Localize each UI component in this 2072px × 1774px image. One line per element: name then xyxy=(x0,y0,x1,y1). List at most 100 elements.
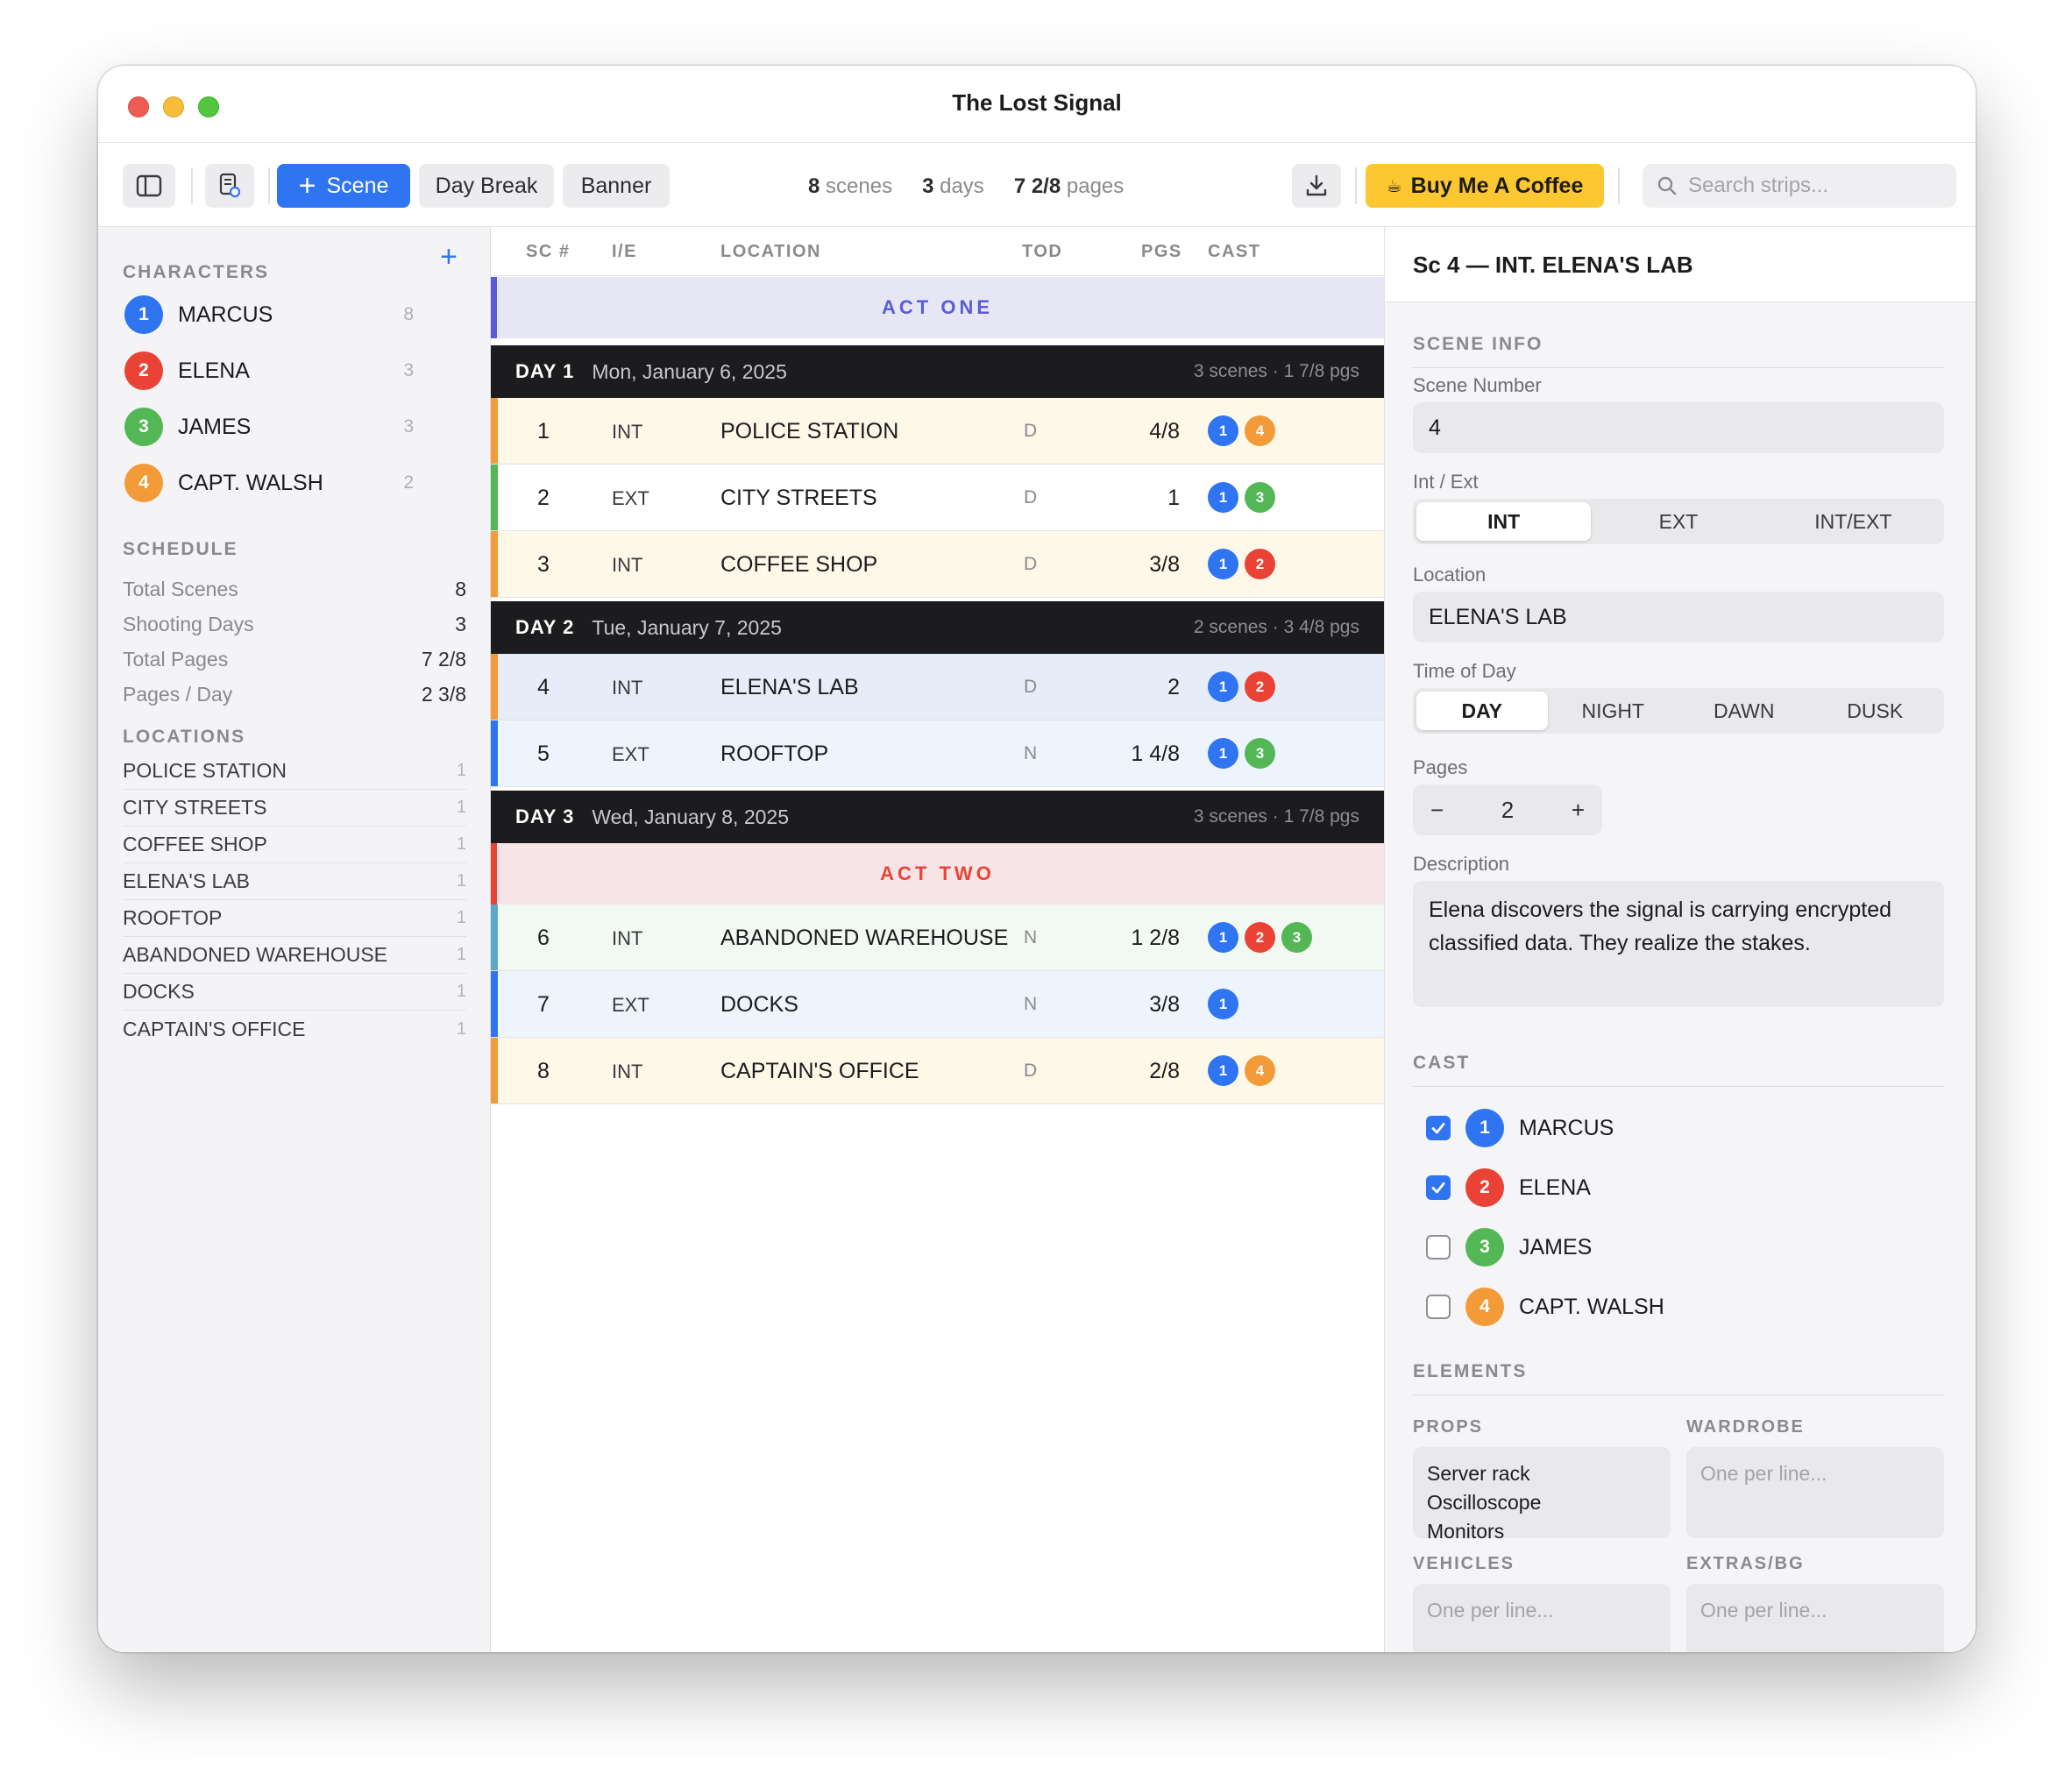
cast-member-badge: 3 xyxy=(1281,922,1312,953)
wardrobe-field[interactable]: One per line... xyxy=(1686,1447,1944,1538)
location-item[interactable]: COFFEE SHOP 1 xyxy=(123,827,466,863)
character-badge: 3 xyxy=(124,408,163,446)
character-row[interactable]: 4 CAPT. WALSH 2 xyxy=(124,464,414,502)
day-break[interactable]: DAY 3 Wed, January 8, 2025 3 scenes · 1 7/… xyxy=(491,791,1384,843)
character-name: CAPT. WALSH xyxy=(178,470,323,495)
pages-label: Pages xyxy=(1413,756,1468,778)
column-location: LOCATION xyxy=(720,242,821,261)
props-field[interactable]: Server rack Oscilloscope Monitors xyxy=(1413,1447,1671,1538)
scene-strip-selected[interactable]: 4 INT ELENA'S LAB D 2 1 2 xyxy=(491,654,1384,720)
tod-option[interactable]: DAWN xyxy=(1678,692,1810,730)
banner-button[interactable]: Banner xyxy=(563,164,670,208)
add-character-button[interactable]: + xyxy=(440,242,458,272)
sidebar: CHARACTERS + 1 MARCUS 8 2 ELENA 3 3 JAME… xyxy=(98,227,491,1652)
cast-checkbox[interactable] xyxy=(1426,1235,1451,1260)
location-item[interactable]: ELENA'S LAB 1 xyxy=(123,863,466,900)
day-break[interactable]: DAY 1 Mon, January 6, 2025 3 scenes · 1 7/… xyxy=(491,345,1384,398)
buy-me-a-coffee-button[interactable]: ☕ Buy Me A Coffee xyxy=(1366,164,1604,208)
tod-option[interactable]: DAY xyxy=(1416,692,1548,730)
strip-cast: 1 xyxy=(1208,989,1238,1019)
act-banner[interactable]: ACT ONE xyxy=(491,277,1384,338)
extras-label: EXTRAS/BG xyxy=(1686,1554,1805,1573)
int-ext-option[interactable]: EXT xyxy=(1591,502,1765,541)
document-icon xyxy=(219,173,241,198)
day-break-button[interactable]: Day Break xyxy=(419,164,554,208)
location-item[interactable]: ABANDONED WAREHOUSE 1 xyxy=(123,937,466,974)
column-headers: SC # I/E LOCATION TOD PGS CAST xyxy=(491,227,1384,276)
sidebar-toggle-button[interactable] xyxy=(123,164,175,208)
int-ext-option[interactable]: INT/EXT xyxy=(1766,502,1941,541)
cast-member-badge: 3 xyxy=(1245,738,1275,769)
location-item[interactable]: CAPTAIN'S OFFICE 1 xyxy=(123,1011,466,1047)
add-scene-button[interactable]: + Scene xyxy=(277,164,410,208)
search-input[interactable] xyxy=(1688,174,1942,198)
location-item[interactable]: POLICE STATION 1 xyxy=(123,753,466,790)
search-box xyxy=(1643,164,1956,208)
description-label: Description xyxy=(1413,853,1510,875)
time-of-day-label: Time of Day xyxy=(1413,660,1516,682)
scene-number-field[interactable]: 4 xyxy=(1413,402,1944,453)
column-ie: I/E xyxy=(612,242,637,261)
strip-cast: 14 xyxy=(1208,415,1275,446)
schedule-heading: SCHEDULE xyxy=(123,539,238,559)
title-bar: The Lost Signal xyxy=(98,66,1976,143)
location-item[interactable]: ROOFTOP 1 xyxy=(123,900,466,937)
add-scene-label: Scene xyxy=(326,173,389,198)
cast-member-badge: 1 xyxy=(1208,922,1238,953)
coffee-label: Buy Me A Coffee xyxy=(1410,173,1584,198)
location-item[interactable]: DOCKS 1 xyxy=(123,974,466,1011)
cast-checkbox-row[interactable]: 2 ELENA xyxy=(1426,1168,1591,1207)
cast-name: JAMES xyxy=(1519,1234,1593,1260)
vehicles-field[interactable]: One per line... xyxy=(1413,1584,1671,1652)
cast-checkbox[interactable] xyxy=(1426,1295,1451,1319)
cast-checkbox-row[interactable]: 3 JAMES xyxy=(1426,1228,1592,1267)
day-break[interactable]: DAY 2 Tue, January 7, 2025 2 scenes · 3 4/… xyxy=(491,601,1384,654)
scene-strip[interactable]: 1 INT POLICE STATION D 4/8 1 4 xyxy=(491,398,1384,465)
pages-stepper: − 2 + xyxy=(1413,784,1602,835)
location-field[interactable]: ELENA'S LAB xyxy=(1413,592,1944,642)
cast-checkbox[interactable] xyxy=(1426,1116,1451,1140)
detail-title: Sc 4 — INT. ELENA'S LAB xyxy=(1413,252,1693,278)
increment-button[interactable]: + xyxy=(1572,797,1585,824)
pages-value[interactable]: 2 xyxy=(1501,797,1514,824)
export-button[interactable] xyxy=(1292,164,1341,208)
stat-days: 3 days xyxy=(922,174,984,198)
location-item[interactable]: CITY STREETS 1 xyxy=(123,790,466,827)
character-row[interactable]: 3 JAMES 3 xyxy=(124,408,414,446)
scene-strip[interactable]: 8 INT CAPTAIN'S OFFICE D 2/8 1 4 xyxy=(491,1038,1384,1104)
character-row[interactable]: 1 MARCUS 8 xyxy=(124,295,414,334)
stat-shooting-days: Shooting Days 3 xyxy=(123,613,466,635)
tod-option[interactable]: NIGHT xyxy=(1548,692,1679,730)
cast-member-badge: 1 xyxy=(1208,482,1238,513)
extras-field[interactable]: One per line... xyxy=(1686,1584,1944,1652)
plus-icon: + xyxy=(298,169,316,202)
decrement-button[interactable]: − xyxy=(1430,797,1444,824)
column-cast: CAST xyxy=(1208,242,1261,261)
board-stats: 8 scenes 3 days 7 2/8 pages xyxy=(808,174,1124,199)
scene-strip[interactable]: 5 EXT ROOFTOP N 1 4/8 1 3 xyxy=(491,720,1384,787)
cast-badge: 4 xyxy=(1465,1288,1504,1326)
cast-member-badge: 2 xyxy=(1245,922,1275,953)
int-ext-segmented: INT EXT INT/EXT xyxy=(1413,499,1944,544)
scene-strip[interactable]: 3 INT COFFEE SHOP D 3/8 1 2 xyxy=(491,531,1384,598)
tod-option[interactable]: DUSK xyxy=(1810,692,1941,730)
cast-member-badge: 2 xyxy=(1245,671,1275,702)
script-report-button[interactable] xyxy=(205,164,254,208)
cast-heading: CAST xyxy=(1413,1053,1944,1087)
cast-checkbox[interactable] xyxy=(1426,1175,1451,1200)
strip-cast: 13 xyxy=(1208,738,1275,769)
scene-strip[interactable]: 2 EXT CITY STREETS D 1 1 3 xyxy=(491,465,1384,531)
toolbar: + Scene Day Break Banner 8 scenes 3 days… xyxy=(98,143,1976,227)
scene-strip[interactable]: 7 EXT DOCKS N 3/8 1 xyxy=(491,971,1384,1038)
cast-name: MARCUS xyxy=(1519,1115,1614,1140)
character-row[interactable]: 2 ELENA 3 xyxy=(124,351,414,390)
cast-checkbox-row[interactable]: 1 MARCUS xyxy=(1426,1109,1614,1147)
column-tod: TOD xyxy=(1022,242,1063,261)
scene-strip[interactable]: 6 INT ABANDONED WAREHOUSE N 1 2/8 1 2 3 xyxy=(491,905,1384,971)
column-sc: SC # xyxy=(526,242,571,261)
window-title: The Lost Signal xyxy=(952,89,1122,116)
act-banner[interactable]: ACT TWO xyxy=(491,843,1384,905)
cast-checkbox-row[interactable]: 4 CAPT. WALSH xyxy=(1426,1288,1664,1326)
int-ext-option[interactable]: INT xyxy=(1416,502,1592,541)
description-field[interactable]: Elena discovers the signal is carrying e… xyxy=(1413,881,1944,1007)
